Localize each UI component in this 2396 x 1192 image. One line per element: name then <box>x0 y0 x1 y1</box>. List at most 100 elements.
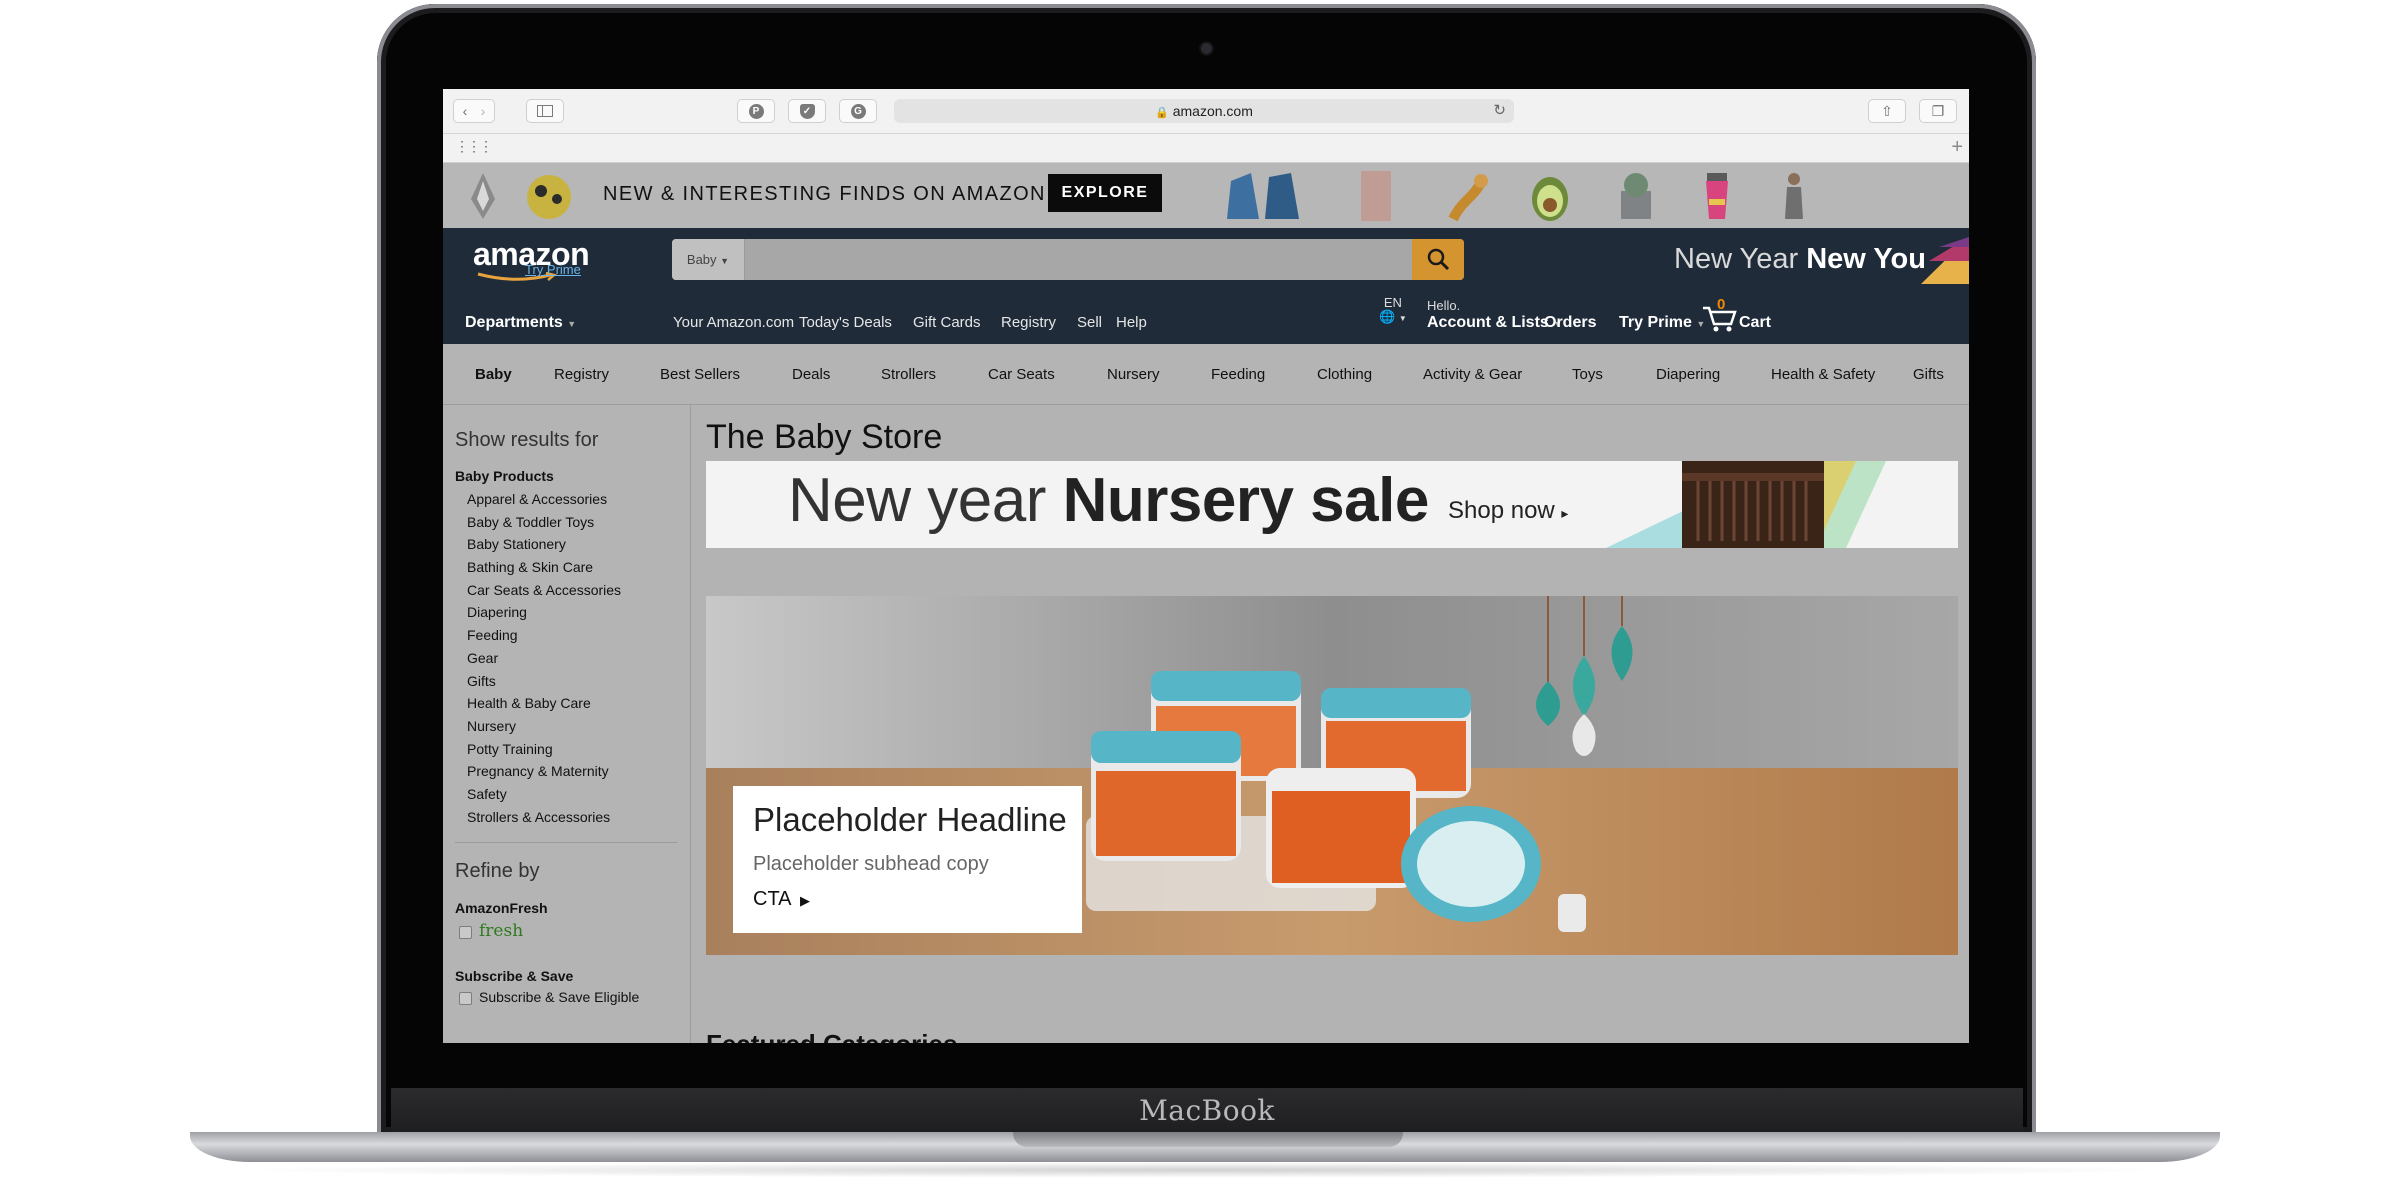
sidebar-button[interactable] <box>526 99 564 123</box>
subnav-item-toys[interactable]: Toys <box>1572 366 1603 383</box>
search-button[interactable] <box>1412 239 1464 280</box>
subscribe-checkbox[interactable] <box>459 992 472 1005</box>
banner-headline-light: New year <box>788 466 1063 535</box>
subnav-item-activity-gear[interactable]: Activity & Gear <box>1423 366 1522 383</box>
subnav-item-diapering[interactable]: Diapering <box>1656 366 1720 383</box>
grammarly-button[interactable]: G <box>839 99 877 123</box>
language-selector[interactable]: EN 🌐 ▼ <box>1379 296 1407 326</box>
hero-headline: Placeholder Headline <box>753 801 1067 838</box>
chevron-down-icon: ▼ <box>567 319 577 329</box>
search-input[interactable] <box>746 239 1406 280</box>
account-lists-label: Account & Lists <box>1427 314 1549 331</box>
search-department-select[interactable]: Baby ▼ <box>672 239 745 280</box>
plus-icon[interactable]: + <box>1951 136 1963 159</box>
promo-text-bold: NEW & INTERESTING FINDS <box>603 183 907 205</box>
try-prime-label: Try Prime <box>1619 314 1692 331</box>
hero-cta-label: CTA <box>753 888 791 910</box>
hero-cta-link[interactable]: CTA ▶ <box>753 888 810 911</box>
cart-count: 0 <box>1717 296 1726 313</box>
share-button[interactable]: ⇧ <box>1868 99 1906 123</box>
nav-link-gift-cards[interactable]: Gift Cards <box>913 314 981 331</box>
subnav-item-registry[interactable]: Registry <box>554 366 609 383</box>
fresh-label[interactable]: fresh <box>479 921 523 941</box>
sidebar-category[interactable]: Nursery <box>467 718 516 734</box>
browser-toolbar: ‹ › P ✓ G 🔒 amazon.com ↻ ⇧ ❐ <box>443 89 1969 134</box>
globe-icon: 🌐 ▼ <box>1379 309 1407 324</box>
sidebar-category[interactable]: Gear <box>467 650 498 666</box>
category-subnav: Baby Registry Best Sellers Deals Strolle… <box>443 344 1969 405</box>
sidebar-category[interactable]: Baby Stationery <box>467 536 566 552</box>
page-title: The Baby Store <box>706 418 943 456</box>
device-label: MacBook <box>1139 1094 1275 1127</box>
orders-link[interactable]: Orders <box>1544 314 1596 332</box>
sidebar-category[interactable]: Strollers & Accessories <box>467 809 610 825</box>
grammarly-icon: G <box>850 103 866 119</box>
subnav-item-nursery[interactable]: Nursery <box>1107 366 1160 383</box>
product-thumb-mermaid <box>1448 174 1488 222</box>
try-prime-logo-link[interactable]: Try Prime <box>525 262 581 277</box>
subnav-item-gifts[interactable]: Gifts <box>1913 366 1944 383</box>
promo-strip: NEW & INTERESTING FINDS ON AMAZON EXPLOR… <box>443 163 1969 228</box>
reload-icon[interactable]: ↻ <box>1493 99 1506 123</box>
sidebar-category[interactable]: Gifts <box>467 673 496 689</box>
chevron-left-icon[interactable]: ‹ <box>456 100 474 122</box>
tabs-button[interactable]: ❐ <box>1919 99 1957 123</box>
subscribe-label[interactable]: Subscribe & Save Eligible <box>479 989 639 1005</box>
account-lists-menu[interactable]: Account & Lists ▼ <box>1427 314 1562 332</box>
hero-banner[interactable]: Placeholder Headline Placeholder subhead… <box>706 596 1958 955</box>
nav-link-registry[interactable]: Registry <box>1001 314 1056 331</box>
subnav-item-clothing[interactable]: Clothing <box>1317 366 1372 383</box>
url-text: amazon.com <box>1172 103 1253 119</box>
pinterest-button[interactable]: P <box>737 99 775 123</box>
subnav-item-deals[interactable]: Deals <box>792 366 830 383</box>
subnav-item-health-safety[interactable]: Health & Safety <box>1771 366 1875 383</box>
sidebar-category[interactable]: Baby & Toddler Toys <box>467 514 594 530</box>
grid-icon[interactable]: ⋮⋮⋮ <box>455 138 493 155</box>
product-thumb-avocado <box>1532 177 1568 221</box>
hero-subhead: Placeholder subhead copy <box>753 853 989 875</box>
departments-menu[interactable]: Departments ▼ <box>465 314 576 332</box>
subnav-item-car-seats[interactable]: Car Seats <box>988 366 1055 383</box>
nursery-sale-banner[interactable]: New year Nursery sale Shop now ▸ <box>706 461 1958 548</box>
language-code: EN <box>1383 295 1402 310</box>
address-bar[interactable]: 🔒 amazon.com ↻ <box>894 99 1514 123</box>
chevron-right-icon[interactable]: › <box>474 100 492 122</box>
nav-link-sell[interactable]: Sell <box>1077 314 1102 331</box>
new-year-banner-light: New Year <box>1674 243 1807 275</box>
site-header: amazon Try Prime Baby ▼ New Year New You… <box>443 228 1969 344</box>
promo-text: NEW & INTERESTING FINDS ON AMAZON <box>603 183 1046 206</box>
subnav-item-strollers[interactable]: Strollers <box>881 366 936 383</box>
sidebar-icon <box>537 105 553 117</box>
caret-right-icon: ▸ <box>1561 505 1569 521</box>
new-year-banner[interactable]: New Year New You <box>1674 243 1926 276</box>
pocket-button[interactable]: ✓ <box>788 99 826 123</box>
caret-right-icon: ▶ <box>799 893 810 908</box>
sidebar-category[interactable]: Health & Baby Care <box>467 695 591 711</box>
hello-text: Hello. <box>1427 298 1461 313</box>
sidebar-category[interactable]: Diapering <box>467 604 527 620</box>
shop-now-label: Shop now <box>1448 497 1555 524</box>
shop-now-link[interactable]: Shop now ▸ <box>1448 497 1568 525</box>
sidebar-category[interactable]: Pregnancy & Maternity <box>467 763 609 779</box>
subnav-item-baby[interactable]: Baby <box>475 366 512 383</box>
sidebar-category[interactable]: Feeding <box>467 627 518 643</box>
nav-link-help[interactable]: Help <box>1116 314 1147 331</box>
sidebar-category[interactable]: Apparel & Accessories <box>467 491 607 507</box>
subnav-item-feeding[interactable]: Feeding <box>1211 366 1265 383</box>
try-prime-menu[interactable]: Try Prime ▼ <box>1619 314 1705 332</box>
sidebar-category[interactable]: Bathing & Skin Care <box>467 559 593 575</box>
nav-link-your-amazon[interactable]: Your Amazon.com <box>673 314 794 331</box>
explore-button[interactable]: EXPLORE <box>1048 174 1162 212</box>
product-thumb-pendant <box>471 173 495 219</box>
sidebar-category[interactable]: Car Seats & Accessories <box>467 582 621 598</box>
subnav-item-best-sellers[interactable]: Best Sellers <box>660 366 740 383</box>
fresh-checkbox[interactable] <box>459 926 472 939</box>
pinterest-icon: P <box>748 103 764 119</box>
cart-link[interactable]: 0 Cart <box>1701 296 1787 336</box>
sidebar-category[interactable]: Potty Training <box>467 741 553 757</box>
sidebar-category[interactable]: Safety <box>467 786 507 802</box>
hero-card: Placeholder Headline Placeholder subhead… <box>733 786 1082 933</box>
category-head-link[interactable]: Baby Products <box>455 468 554 484</box>
subscribe-heading: Subscribe & Save <box>455 968 574 984</box>
nav-link-todays-deals[interactable]: Today's Deals <box>799 314 892 331</box>
